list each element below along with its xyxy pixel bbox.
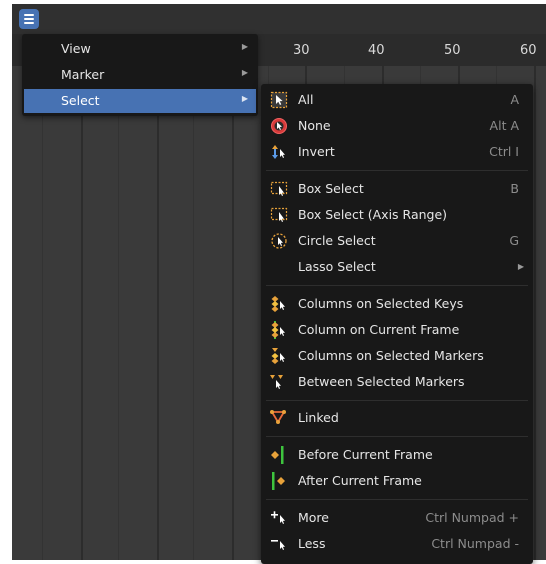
select-linked-label: Linked (298, 410, 339, 425)
column-current-frame-icon (271, 321, 285, 339)
columns-selected-keys-item[interactable]: Columns on Selected Keys (261, 291, 533, 317)
menu-separator (266, 170, 528, 171)
menu-item-view[interactable]: View ▶ (24, 37, 256, 61)
box-select-axis-label: Box Select (Axis Range) (298, 207, 448, 222)
menu-item-label: Select (61, 93, 100, 108)
ruler-tick: 60 (520, 43, 537, 58)
select-invert-label: Invert (298, 144, 335, 159)
select-all-icon (270, 91, 288, 109)
columns-selected-markers-icon (271, 348, 285, 364)
editor-header (12, 4, 546, 34)
circle-select-label: Circle Select (298, 233, 376, 248)
ruler-tick: 30 (293, 43, 310, 58)
lasso-select-label: Lasso Select (298, 259, 376, 274)
after-current-frame-icon (272, 472, 285, 490)
submenu-arrow-icon: ▶ (241, 42, 248, 51)
menu-item-label: Marker (61, 67, 105, 82)
submenu-arrow-icon: ▶ (241, 94, 248, 103)
between-selected-markers-icon (270, 375, 283, 389)
submenu-arrow-icon: ▶ (241, 68, 248, 77)
select-all-label: All (298, 92, 314, 107)
submenu-arrow-icon: ▶ (517, 262, 524, 271)
main-menu: View ▶ Marker ▶ Select ▶ (22, 34, 258, 116)
columns-selected-markers-label: Columns on Selected Markers (298, 348, 484, 363)
column-current-frame-item[interactable]: Column on Current Frame (261, 317, 533, 343)
column-current-frame-label: Column on Current Frame (298, 322, 460, 337)
select-less-shortcut: Ctrl Numpad - (431, 536, 519, 551)
circle-select-shortcut: G (509, 233, 519, 248)
hamburger-menu-icon[interactable] (19, 9, 39, 29)
lasso-select-item[interactable]: Lasso Select ▶ (261, 254, 533, 280)
select-more-label: More (298, 510, 329, 525)
before-current-frame-icon (271, 446, 284, 464)
select-none-item[interactable]: None Alt A (261, 113, 533, 139)
box-select-axis-item[interactable]: Box Select (Axis Range) (261, 202, 533, 228)
columns-selected-markers-item[interactable]: Columns on Selected Markers (261, 343, 533, 369)
select-invert-shortcut: Ctrl I (489, 144, 519, 159)
circle-select-item[interactable]: Circle Select G (261, 228, 533, 254)
select-invert-item[interactable]: Invert Ctrl I (261, 139, 533, 165)
menu-item-select[interactable]: Select ▶ (24, 89, 256, 113)
columns-selected-keys-icon (271, 296, 285, 312)
select-more-item[interactable]: More Ctrl Numpad + (261, 505, 533, 531)
select-less-label: Less (298, 536, 326, 551)
menu-separator (266, 499, 528, 500)
menu-item-marker[interactable]: Marker ▶ (24, 63, 256, 87)
box-select-shortcut: B (510, 181, 519, 196)
select-linked-item[interactable]: Linked (261, 405, 533, 431)
box-select-label: Box Select (298, 181, 364, 196)
select-less-item[interactable]: Less Ctrl Numpad - (261, 531, 533, 557)
select-more-icon (271, 511, 285, 524)
select-more-shortcut: Ctrl Numpad + (425, 510, 519, 525)
invert-selection-icon (272, 145, 285, 159)
select-all-shortcut: A (510, 92, 519, 107)
linked-icon (270, 410, 286, 424)
circle-select-icon (271, 233, 287, 249)
select-all-item[interactable]: All A (261, 87, 533, 113)
between-selected-markers-item[interactable]: Between Selected Markers (261, 369, 533, 395)
select-less-icon (271, 540, 285, 550)
select-none-label: None (298, 118, 331, 133)
menu-separator (266, 436, 528, 437)
box-select-icon (270, 181, 288, 196)
menu-separator (266, 285, 528, 286)
between-selected-markers-label: Between Selected Markers (298, 374, 465, 389)
after-current-frame-item[interactable]: After Current Frame (261, 468, 533, 494)
before-current-frame-item[interactable]: Before Current Frame (261, 442, 533, 468)
menu-item-label: View (61, 41, 91, 56)
box-select-item[interactable]: Box Select B (261, 176, 533, 202)
columns-selected-keys-label: Columns on Selected Keys (298, 296, 464, 311)
box-select-axis-icon (270, 207, 288, 222)
select-none-shortcut: Alt A (489, 118, 519, 133)
ruler-tick: 50 (444, 43, 461, 58)
ruler-tick: 40 (368, 43, 385, 58)
menu-separator (266, 400, 528, 401)
after-current-frame-label: After Current Frame (298, 473, 422, 488)
before-current-frame-label: Before Current Frame (298, 447, 433, 462)
select-submenu: All A None Alt A Invert Ctrl I Box Selec… (261, 84, 533, 564)
select-none-icon (271, 118, 287, 134)
